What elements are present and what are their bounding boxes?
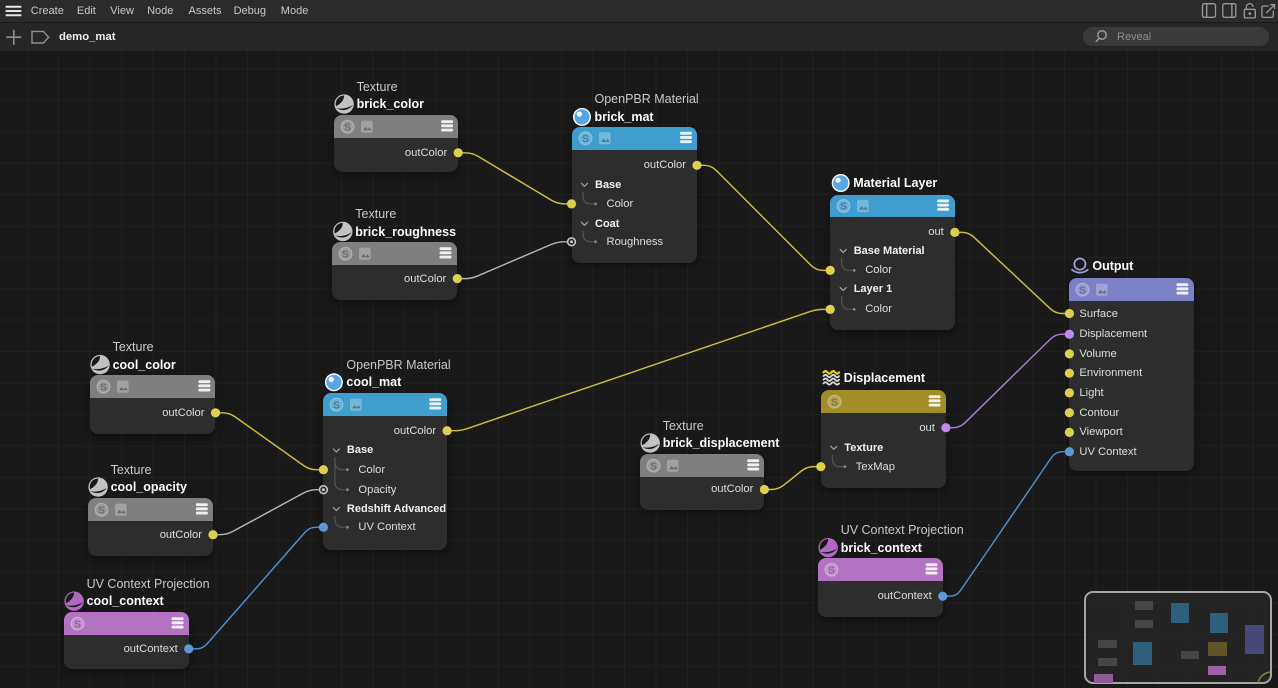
svg-text:S: S bbox=[828, 565, 835, 577]
svg-text:S: S bbox=[100, 381, 107, 393]
svg-text:S: S bbox=[344, 121, 351, 133]
svg-text:S: S bbox=[1079, 284, 1086, 296]
svg-text:S: S bbox=[98, 504, 105, 516]
svg-text:S: S bbox=[342, 248, 349, 260]
svg-text:S: S bbox=[840, 202, 847, 213]
svg-text:S: S bbox=[831, 396, 838, 408]
svg-text:S: S bbox=[74, 618, 81, 630]
svg-text:S: S bbox=[650, 460, 657, 472]
svg-text:S: S bbox=[333, 399, 340, 411]
svg-text:S: S bbox=[582, 134, 589, 145]
